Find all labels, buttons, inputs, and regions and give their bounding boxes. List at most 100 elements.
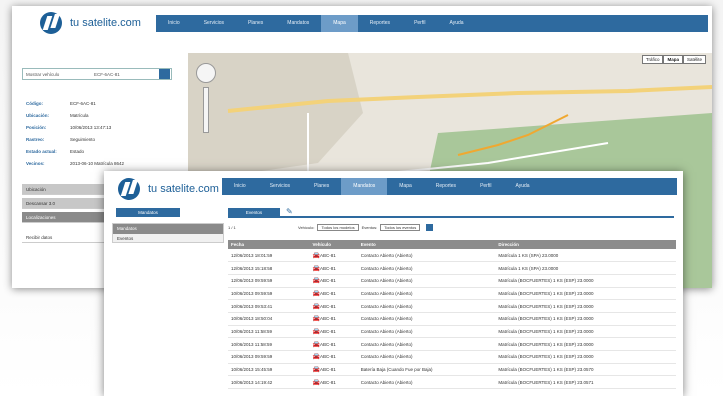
nav-item[interactable]: Perfil bbox=[468, 178, 503, 195]
table-row[interactable]: 10/06/2013 14:19:42 🚘ABC-81 Contacto Abier… bbox=[228, 375, 676, 390]
nav-item[interactable]: Servicios bbox=[258, 178, 302, 195]
mandatos-button[interactable]: Mandatos bbox=[116, 208, 180, 217]
vehicle-search-value: ECF-6AC-81 bbox=[94, 71, 120, 77]
nav-item[interactable]: Ayuda bbox=[437, 15, 475, 32]
nav-item[interactable]: Planes bbox=[236, 15, 275, 32]
vehicle-code: ABC-81 bbox=[319, 290, 336, 296]
info-row: Ubicación: Matrícula bbox=[26, 109, 184, 121]
vehicle-code: ABC-81 bbox=[319, 379, 336, 385]
nav-item[interactable]: Perfil bbox=[402, 15, 437, 32]
table-cell: 12/06/2013 09:59:59 bbox=[228, 274, 310, 288]
vehicle-code: ABC-81 bbox=[319, 278, 336, 284]
info-value: Matrícula bbox=[70, 112, 89, 118]
pan-control-icon[interactable] bbox=[196, 63, 216, 83]
table-row[interactable]: 10/06/2013 09:53:41 🚘ABC-81 Contacto Abier… bbox=[228, 299, 676, 313]
vehicle-code: ABC-81 bbox=[319, 316, 336, 322]
event-filter-select[interactable]: Todos los eventos bbox=[380, 224, 421, 231]
table-row[interactable]: 10/06/2013 11:58:59 🚘ABC-81 Contacto Abier… bbox=[228, 325, 676, 339]
table-cell: 🚘ABC-81 bbox=[309, 363, 358, 377]
screenshot-stage: tu satelite.com Inicio Servicios Planes Man… bbox=[0, 0, 723, 396]
table-cell: Contacto Abierto (Abierto) bbox=[357, 325, 496, 339]
table-cell: Batería Baja (Cuando Fue por Baja) bbox=[357, 363, 496, 377]
table-row[interactable]: 10/06/2013 15:45:59 🚘ABC-81 Batería Baja (… bbox=[228, 363, 676, 377]
logo[interactable]: tu satelite.com bbox=[40, 12, 141, 34]
nav-item[interactable]: Mapa bbox=[321, 15, 358, 32]
info-key: Código: bbox=[26, 100, 43, 106]
map-type-switch: Tráfico Mapa Satélite bbox=[641, 55, 706, 64]
side-menu-item[interactable]: Eventos bbox=[113, 234, 223, 243]
table-row[interactable]: 12/06/2013 09:59:59 🚘ABC-81 Contacto Abier… bbox=[228, 274, 676, 288]
info-row: Estado actual: Estado bbox=[26, 145, 184, 157]
events-window: tu satelite.com Inicio Servicios Planes Man… bbox=[104, 171, 683, 396]
table-cell: 🚘ABC-81 bbox=[309, 249, 358, 263]
vehicle-icon: 🚘 bbox=[312, 316, 320, 323]
logo-mark-icon bbox=[40, 12, 62, 34]
vehicle-search-label: Mostrar vehículo bbox=[26, 71, 60, 77]
table-cell: Matrícula 1 KS (SPA) 23.0000 bbox=[495, 261, 676, 275]
table-row[interactable]: 10/06/2013 09:59:59 🚘ABC-81 Contacto Abier… bbox=[228, 350, 676, 364]
logo-text: tu satelite.com bbox=[148, 183, 219, 195]
vehicle-icon: 🚘 bbox=[312, 303, 320, 310]
table-cell: Matrícula (BOCFUERTES) 1 KS (ESP) 23.057… bbox=[495, 363, 676, 377]
nav-item[interactable]: Reportes bbox=[424, 178, 468, 195]
table-cell: 🚘ABC-81 bbox=[309, 274, 358, 288]
nav-item[interactable]: Inicio bbox=[222, 178, 258, 195]
info-key: Ubicación: bbox=[26, 112, 50, 118]
table-cell: 🚘ABC-81 bbox=[309, 261, 358, 275]
pager[interactable]: 1 / 1 bbox=[228, 225, 298, 230]
table-cell: Contacto Abierto (Abierto) bbox=[357, 312, 496, 326]
vehicle-icon: 🚘 bbox=[312, 278, 320, 285]
table-row[interactable]: 12/06/2013 15:18:58 🚘ABC-81 Contacto Abier… bbox=[228, 261, 676, 275]
column-header[interactable]: Fecha bbox=[228, 240, 310, 249]
map-type-button[interactable]: Tráfico bbox=[641, 55, 664, 64]
table-row[interactable]: 10/06/2013 09:59:59 🚘ABC-81 Contacto Abier… bbox=[228, 287, 676, 301]
search-icon[interactable] bbox=[159, 69, 170, 79]
map-type-button[interactable]: Satélite bbox=[682, 55, 706, 64]
side-menu: Mandatos Eventos bbox=[112, 223, 224, 243]
vehicle-search[interactable]: Mostrar vehículo ECF-6AC-81 bbox=[22, 68, 172, 80]
event-filter-label: Eventos: bbox=[361, 225, 378, 230]
tab-bar: Eventos ✎ bbox=[228, 207, 674, 218]
table-cell: 10/06/2013 09:53:41 bbox=[228, 299, 310, 313]
table-cell: Matrícula (BOCFUERTES) 1 KS (ESP) 23.000… bbox=[495, 325, 676, 339]
vehicle-icon: 🚘 bbox=[312, 290, 320, 297]
nav-item[interactable]: Planes bbox=[302, 178, 341, 195]
nav-item[interactable]: Inicio bbox=[156, 15, 192, 32]
table-cell: 🚘ABC-81 bbox=[309, 375, 358, 390]
vehicle-code: ABC-81 bbox=[319, 328, 336, 334]
table-cell: 10/06/2013 14:19:42 bbox=[228, 375, 310, 390]
logo[interactable]: tu satelite.com bbox=[118, 178, 219, 200]
nav-item[interactable]: Mandatos bbox=[341, 178, 388, 195]
nav-item[interactable]: Ayuda bbox=[503, 178, 541, 195]
table-cell: Contacto Abierto (Abierto) bbox=[357, 274, 496, 288]
table-cell: 🚘ABC-81 bbox=[309, 350, 358, 364]
table-cell: Matrícula (BOCFUERTES) 1 KS (ESP) 23.057… bbox=[495, 375, 676, 390]
vehicle-code: ABC-81 bbox=[319, 252, 336, 258]
table-cell: 12/06/2013 18:01:59 bbox=[228, 249, 310, 263]
tab-eventos[interactable]: Eventos bbox=[228, 208, 280, 218]
vehicle-icon: 🚘 bbox=[312, 252, 320, 259]
table-cell: 10/06/2013 09:59:59 bbox=[228, 350, 310, 364]
info-key: Vecinos: bbox=[26, 160, 45, 166]
edit-icon[interactable]: ✎ bbox=[286, 207, 294, 217]
table-row[interactable]: 12/06/2013 18:01:59 🚘ABC-81 Contacto Abier… bbox=[228, 249, 676, 263]
column-header[interactable]: Evento bbox=[357, 240, 496, 249]
table-row[interactable]: 10/06/2013 18:50:04 🚘ABC-81 Contacto Abier… bbox=[228, 312, 676, 326]
info-value: Estado bbox=[70, 148, 85, 154]
table-row[interactable]: 10/06/2013 11:58:59 🚘ABC-81 Contacto Abier… bbox=[228, 337, 676, 351]
side-menu-item[interactable]: Mandatos bbox=[113, 224, 223, 234]
column-header[interactable]: Vehículo bbox=[309, 240, 358, 249]
nav-item[interactable]: Servicios bbox=[192, 15, 236, 32]
vehicle-filter-select[interactable]: Todos los modelos bbox=[317, 224, 359, 231]
filter-apply-icon[interactable] bbox=[426, 224, 434, 231]
map-type-button[interactable]: Mapa bbox=[663, 55, 683, 64]
logo-mark-icon bbox=[118, 178, 140, 200]
filter-bar: 1 / 1 Vehículo: Todos los modelos Evento… bbox=[228, 223, 674, 232]
nav-item[interactable]: Mapa bbox=[387, 178, 424, 195]
nav-item[interactable]: Mandatos bbox=[275, 15, 321, 32]
info-row: Vecinos: 2013-06-10 Matrícula 8642 bbox=[26, 157, 184, 169]
zoom-slider[interactable] bbox=[203, 87, 209, 133]
nav-item[interactable]: Reportes bbox=[358, 15, 402, 32]
column-header[interactable]: Dirección bbox=[495, 240, 676, 249]
table-cell: Contacto Abierto (Abierto) bbox=[357, 350, 496, 364]
